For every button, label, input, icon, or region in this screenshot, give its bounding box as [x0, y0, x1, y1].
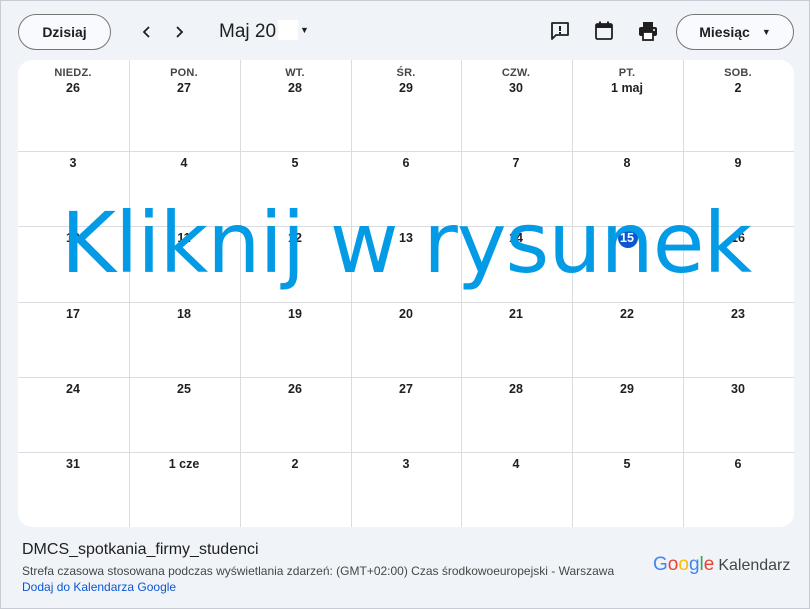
- day-cell-number[interactable]: 12: [240, 231, 350, 245]
- day-cell-number[interactable]: 5: [240, 156, 350, 170]
- day-cell-number[interactable]: 28: [240, 81, 350, 95]
- day-cell-number[interactable]: 1 cze: [129, 457, 239, 471]
- day-cell-number[interactable]: 3: [351, 457, 461, 471]
- day-cell-number[interactable]: 13: [351, 231, 461, 245]
- day-cell-number[interactable]: 25: [129, 382, 239, 396]
- weekday-header: ŚR.: [396, 67, 416, 79]
- day-cell-number[interactable]: 6: [683, 457, 793, 471]
- day-cell-number[interactable]: 4: [129, 156, 239, 170]
- weekday-header: SOB.: [724, 67, 752, 79]
- grid-row-divider: [18, 377, 794, 378]
- day-cell-number[interactable]: 15: [572, 231, 682, 245]
- day-cell-number[interactable]: 27: [129, 81, 239, 95]
- month-title-text: Maj 20: [219, 21, 277, 42]
- weekday-header: PON.: [170, 67, 198, 79]
- day-cell-number[interactable]: 20: [351, 307, 461, 321]
- day-cell-number[interactable]: 21: [461, 307, 571, 321]
- day-cell-number[interactable]: 22: [572, 307, 682, 321]
- day-cell-number[interactable]: 26: [240, 382, 350, 396]
- day-cell-number[interactable]: 10: [18, 231, 128, 245]
- brand-product: Kalendarz: [718, 557, 791, 574]
- chevron-left-icon[interactable]: [135, 20, 159, 44]
- day-cell-number[interactable]: 30: [461, 81, 571, 95]
- day-cell-number[interactable]: 19: [240, 307, 350, 321]
- view-select-button[interactable]: Miesiąc ▼: [676, 14, 794, 50]
- day-cell-number[interactable]: 14: [461, 231, 571, 245]
- day-cell-number[interactable]: 6: [351, 156, 461, 170]
- day-cell-number[interactable]: 18: [129, 307, 239, 321]
- day-cell-number[interactable]: 1 maj: [572, 81, 682, 95]
- chevron-down-icon: ▼: [761, 27, 771, 37]
- chevron-right-icon[interactable]: [167, 20, 191, 44]
- view-select-label: Miesiąc: [699, 24, 750, 40]
- month-title: Maj 20: [219, 20, 299, 43]
- calendar-icon[interactable]: [592, 19, 616, 43]
- day-cell-number[interactable]: 5: [572, 457, 682, 471]
- day-cell-number[interactable]: 9: [683, 156, 793, 170]
- day-cell-number[interactable]: 17: [18, 307, 128, 321]
- grid-row-divider: [18, 226, 794, 227]
- toolbar: Dzisiaj Maj 20 ▼ Miesiąc ▼: [1, 1, 810, 61]
- grid-row-divider: [18, 151, 794, 152]
- day-cell-number[interactable]: 28: [461, 382, 571, 396]
- day-cell-number[interactable]: 24: [18, 382, 128, 396]
- day-cell-number[interactable]: 31: [18, 457, 128, 471]
- month-grid: NIEDZ. PON. WT. ŚR. CZW. PT. SOB. 26 27 28 29 30 1 m…: [18, 60, 794, 527]
- timezone-note: Strefa czasowa stosowana podczas wyświet…: [22, 564, 615, 578]
- day-cell-number[interactable]: 27: [351, 382, 461, 396]
- weekday-header: CZW.: [501, 67, 531, 79]
- weekday-header: NIEDZ.: [54, 67, 92, 79]
- grid-row-divider: [18, 452, 794, 453]
- weekday-header: PT.: [618, 67, 636, 79]
- day-cell-number[interactable]: 16: [683, 231, 793, 245]
- today-button-label: Dzisiaj: [42, 24, 87, 40]
- chevron-down-icon[interactable]: ▼: [300, 25, 309, 35]
- day-cell-number[interactable]: 2: [240, 457, 350, 471]
- day-cell-number[interactable]: 8: [572, 156, 682, 170]
- day-cell-number[interactable]: 11: [129, 231, 239, 245]
- feedback-icon[interactable]: [548, 19, 572, 43]
- weekday-header: WT.: [285, 67, 305, 79]
- google-wordmark: Google: [653, 554, 715, 575]
- add-to-google-calendar-link[interactable]: Dodaj do Kalendarza Google: [22, 580, 176, 594]
- day-cell-number[interactable]: 26: [18, 81, 128, 95]
- redaction-mask: [278, 20, 299, 40]
- day-cell-number[interactable]: 29: [572, 382, 682, 396]
- today-button[interactable]: Dzisiaj: [18, 14, 111, 50]
- day-cell-number[interactable]: 4: [461, 457, 571, 471]
- day-cell-number[interactable]: 29: [351, 81, 461, 95]
- day-cell-number[interactable]: 30: [683, 382, 793, 396]
- day-cell-number[interactable]: 3: [18, 156, 128, 170]
- grid-row-divider: [18, 302, 794, 303]
- google-calendar-logo[interactable]: Google Kalendarz: [653, 554, 790, 576]
- print-icon[interactable]: [636, 19, 660, 43]
- calendar-embed: Dzisiaj Maj 20 ▼ Miesiąc ▼ NIEDZ. PON. W…: [0, 0, 810, 609]
- day-cell-number[interactable]: 2: [683, 81, 793, 95]
- day-cell-number[interactable]: 7: [461, 156, 571, 170]
- day-cell-number[interactable]: 23: [683, 307, 793, 321]
- calendar-name: DMCS_spotkania_firmy_studenci: [22, 541, 259, 558]
